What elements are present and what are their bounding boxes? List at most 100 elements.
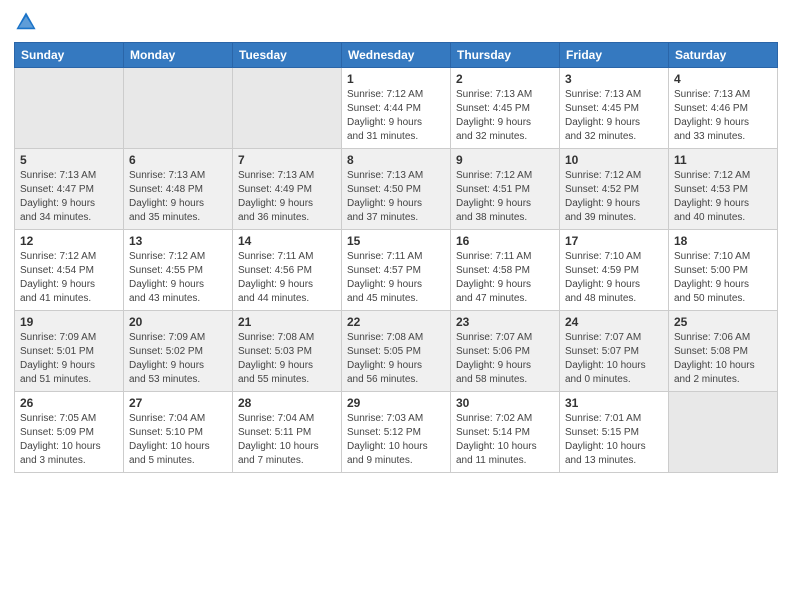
- day-number: 29: [347, 396, 445, 410]
- day-cell: 31 Sunrise: 7:01 AM Sunset: 5:15 PM Dayli…: [560, 392, 669, 473]
- day-number: 21: [238, 315, 336, 329]
- week-row-2: 5 Sunrise: 7:13 AM Sunset: 4:47 PM Daylig…: [15, 149, 778, 230]
- day-info: Sunrise: 7:13 AM Sunset: 4:49 PM Dayligh…: [238, 169, 336, 225]
- weekday-header-saturday: Saturday: [669, 43, 778, 68]
- day-number: 24: [565, 315, 663, 329]
- day-info: Sunrise: 7:13 AM Sunset: 4:47 PM Dayligh…: [20, 169, 118, 225]
- day-number: 25: [674, 315, 772, 329]
- day-info: Sunrise: 7:10 AM Sunset: 5:00 PM Dayligh…: [674, 250, 772, 306]
- day-cell: 2 Sunrise: 7:13 AM Sunset: 4:45 PM Daylig…: [451, 68, 560, 149]
- day-cell: 20Sunrise: 7:09 AM Sunset: 5:02 PM Dayli…: [124, 311, 233, 392]
- day-info: Sunrise: 7:07 AM Sunset: 5:06 PM Dayligh…: [456, 331, 554, 387]
- day-cell: 10 Sunrise: 7:12 AM Sunset: 4:52 PM Dayli…: [560, 149, 669, 230]
- day-number: 1: [347, 72, 445, 86]
- week-row-4: 19 Sunrise: 7:09 AM Sunset: 5:01 PM Dayli…: [15, 311, 778, 392]
- weekday-header-thursday: Thursday: [451, 43, 560, 68]
- day-number: 11: [674, 153, 772, 167]
- day-info: Sunrise: 7:13 AM Sunset: 4:45 PM Dayligh…: [565, 88, 663, 144]
- day-number: 14: [238, 234, 336, 248]
- day-cell: [233, 68, 342, 149]
- day-cell: 1 Sunrise: 7:12 AM Sunset: 4:44 PM Daylig…: [342, 68, 451, 149]
- day-cell: 28Sunrise: 7:04 AM Sunset: 5:11 PM Dayli…: [233, 392, 342, 473]
- day-number: 6: [129, 153, 227, 167]
- day-cell: 19 Sunrise: 7:09 AM Sunset: 5:01 PM Dayli…: [15, 311, 124, 392]
- day-info: Sunrise: 7:12 AM Sunset: 4:52 PM Dayligh…: [565, 169, 663, 225]
- day-cell: 22 Sunrise: 7:08 AM Sunset: 5:05 PM Dayli…: [342, 311, 451, 392]
- day-info: Sunrise: 7:12 AM Sunset: 4:53 PM Dayligh…: [674, 169, 772, 225]
- weekday-header-sunday: Sunday: [15, 43, 124, 68]
- day-info: Sunrise: 7:12 AM Sunset: 4:54 PM Dayligh…: [20, 250, 118, 306]
- day-cell: 17 Sunrise: 7:10 AM Sunset: 4:59 PM Dayli…: [560, 230, 669, 311]
- day-info: Sunrise: 7:09 AM Sunset: 5:01 PM Dayligh…: [20, 331, 118, 387]
- calendar-page: SundayMondayTuesdayWednesdayThursdayFrid…: [0, 0, 792, 612]
- day-cell: 26Sunrise: 7:05 AM Sunset: 5:09 PM Dayli…: [15, 392, 124, 473]
- day-number: 3: [565, 72, 663, 86]
- day-cell: 6 Sunrise: 7:13 AM Sunset: 4:48 PM Daylig…: [124, 149, 233, 230]
- day-cell: 27 Sunrise: 7:04 AM Sunset: 5:10 PM Dayli…: [124, 392, 233, 473]
- day-number: 2: [456, 72, 554, 86]
- day-number: 22: [347, 315, 445, 329]
- day-number: 30: [456, 396, 554, 410]
- day-cell: 9Sunrise: 7:12 AM Sunset: 4:51 PM Daylig…: [451, 149, 560, 230]
- day-cell: [15, 68, 124, 149]
- day-number: 12: [20, 234, 118, 248]
- header: [14, 10, 778, 34]
- day-info: Sunrise: 7:11 AM Sunset: 4:58 PM Dayligh…: [456, 250, 554, 306]
- day-number: 5: [20, 153, 118, 167]
- day-info: Sunrise: 7:10 AM Sunset: 4:59 PM Dayligh…: [565, 250, 663, 306]
- day-number: 13: [129, 234, 227, 248]
- day-info: Sunrise: 7:01 AM Sunset: 5:15 PM Dayligh…: [565, 412, 663, 468]
- day-number: 4: [674, 72, 772, 86]
- day-info: Sunrise: 7:13 AM Sunset: 4:48 PM Dayligh…: [129, 169, 227, 225]
- day-cell: 8 Sunrise: 7:13 AM Sunset: 4:50 PM Daylig…: [342, 149, 451, 230]
- day-cell: 30Sunrise: 7:02 AM Sunset: 5:14 PM Dayli…: [451, 392, 560, 473]
- day-cell: 13 Sunrise: 7:12 AM Sunset: 4:55 PM Dayli…: [124, 230, 233, 311]
- weekday-header-tuesday: Tuesday: [233, 43, 342, 68]
- day-cell: 11 Sunrise: 7:12 AM Sunset: 4:53 PM Dayli…: [669, 149, 778, 230]
- day-info: Sunrise: 7:11 AM Sunset: 4:56 PM Dayligh…: [238, 250, 336, 306]
- day-number: 26: [20, 396, 118, 410]
- day-info: Sunrise: 7:03 AM Sunset: 5:12 PM Dayligh…: [347, 412, 445, 468]
- day-info: Sunrise: 7:12 AM Sunset: 4:44 PM Dayligh…: [347, 88, 445, 144]
- day-number: 8: [347, 153, 445, 167]
- day-cell: 4 Sunrise: 7:13 AM Sunset: 4:46 PM Daylig…: [669, 68, 778, 149]
- weekday-header-monday: Monday: [124, 43, 233, 68]
- weekday-header-wednesday: Wednesday: [342, 43, 451, 68]
- day-number: 19: [20, 315, 118, 329]
- day-cell: 18Sunrise: 7:10 AM Sunset: 5:00 PM Dayli…: [669, 230, 778, 311]
- day-info: Sunrise: 7:04 AM Sunset: 5:11 PM Dayligh…: [238, 412, 336, 468]
- day-info: Sunrise: 7:07 AM Sunset: 5:07 PM Dayligh…: [565, 331, 663, 387]
- day-info: Sunrise: 7:08 AM Sunset: 5:03 PM Dayligh…: [238, 331, 336, 387]
- day-cell: 7 Sunrise: 7:13 AM Sunset: 4:49 PM Daylig…: [233, 149, 342, 230]
- day-cell: [669, 392, 778, 473]
- day-cell: 23 Sunrise: 7:07 AM Sunset: 5:06 PM Dayli…: [451, 311, 560, 392]
- day-number: 15: [347, 234, 445, 248]
- day-info: Sunrise: 7:11 AM Sunset: 4:57 PM Dayligh…: [347, 250, 445, 306]
- day-info: Sunrise: 7:12 AM Sunset: 4:55 PM Dayligh…: [129, 250, 227, 306]
- day-cell: 21 Sunrise: 7:08 AM Sunset: 5:03 PM Dayli…: [233, 311, 342, 392]
- day-number: 17: [565, 234, 663, 248]
- day-cell: 3 Sunrise: 7:13 AM Sunset: 4:45 PM Daylig…: [560, 68, 669, 149]
- logo-icon: [14, 10, 38, 34]
- day-info: Sunrise: 7:13 AM Sunset: 4:45 PM Dayligh…: [456, 88, 554, 144]
- day-number: 10: [565, 153, 663, 167]
- day-number: 23: [456, 315, 554, 329]
- day-number: 31: [565, 396, 663, 410]
- day-info: Sunrise: 7:08 AM Sunset: 5:05 PM Dayligh…: [347, 331, 445, 387]
- day-number: 7: [238, 153, 336, 167]
- day-info: Sunrise: 7:13 AM Sunset: 4:50 PM Dayligh…: [347, 169, 445, 225]
- day-cell: [124, 68, 233, 149]
- day-info: Sunrise: 7:06 AM Sunset: 5:08 PM Dayligh…: [674, 331, 772, 387]
- day-info: Sunrise: 7:04 AM Sunset: 5:10 PM Dayligh…: [129, 412, 227, 468]
- day-cell: 16Sunrise: 7:11 AM Sunset: 4:58 PM Dayli…: [451, 230, 560, 311]
- day-number: 27: [129, 396, 227, 410]
- week-row-1: 1 Sunrise: 7:12 AM Sunset: 4:44 PM Daylig…: [15, 68, 778, 149]
- day-cell: 25 Sunrise: 7:06 AM Sunset: 5:08 PM Dayli…: [669, 311, 778, 392]
- day-cell: 24 Sunrise: 7:07 AM Sunset: 5:07 PM Dayli…: [560, 311, 669, 392]
- day-cell: 12 Sunrise: 7:12 AM Sunset: 4:54 PM Dayli…: [15, 230, 124, 311]
- day-info: Sunrise: 7:13 AM Sunset: 4:46 PM Dayligh…: [674, 88, 772, 144]
- day-cell: 5 Sunrise: 7:13 AM Sunset: 4:47 PM Daylig…: [15, 149, 124, 230]
- week-row-3: 12 Sunrise: 7:12 AM Sunset: 4:54 PM Dayli…: [15, 230, 778, 311]
- day-cell: 15 Sunrise: 7:11 AM Sunset: 4:57 PM Dayli…: [342, 230, 451, 311]
- day-cell: 14 Sunrise: 7:11 AM Sunset: 4:56 PM Dayli…: [233, 230, 342, 311]
